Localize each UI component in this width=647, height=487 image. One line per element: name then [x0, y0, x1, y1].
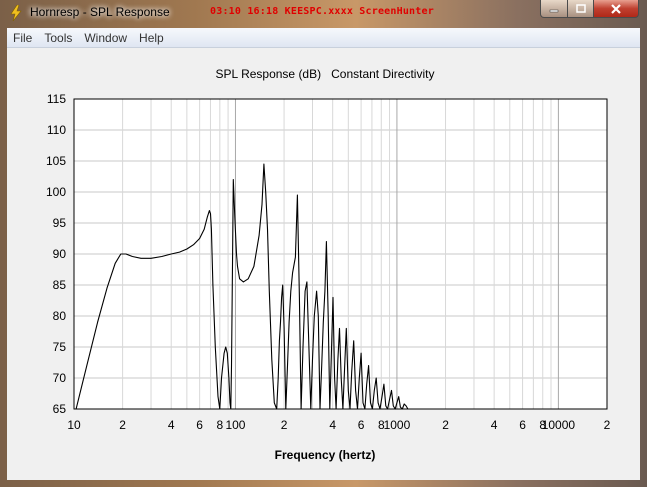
- x-tick-label: 2: [281, 418, 288, 432]
- maximize-icon: [575, 3, 586, 13]
- x-tick-label: 10000: [542, 418, 576, 432]
- y-tick-label: 85: [53, 278, 67, 292]
- y-tick-label: 110: [47, 123, 66, 137]
- x-tick-label: 4: [491, 418, 498, 432]
- y-tick-label: 75: [53, 340, 67, 354]
- x-tick-label: 4: [329, 418, 336, 432]
- x-tick-label: 2: [442, 418, 449, 432]
- y-tick-label: 70: [53, 371, 67, 385]
- x-tick-label: 1000: [384, 418, 411, 432]
- menu-help[interactable]: Help: [133, 31, 170, 45]
- minimize-icon: [549, 9, 559, 12]
- y-tick-label: 90: [53, 247, 67, 261]
- y-axis-ticks: 65 70 75 80 85 90 95 100 105 110 115: [46, 92, 66, 416]
- menu-file[interactable]: File: [7, 31, 38, 45]
- chart-panel: SPL Response (dB) Constant Directivity 6…: [7, 48, 640, 480]
- screenshot-watermark: 03:10 16:18 KEESPC.xxxx ScreenHunter: [210, 6, 434, 17]
- menu-bar: File Tools Window Help: [7, 28, 640, 48]
- spl-response-chart: SPL Response (dB) Constant Directivity 6…: [46, 67, 611, 462]
- y-tick-label: 100: [46, 185, 66, 199]
- y-tick-label: 80: [53, 309, 67, 323]
- x-tick-label: 2: [119, 418, 126, 432]
- window-title: Hornresp - SPL Response: [30, 5, 170, 19]
- x-tick-label: 10: [67, 418, 81, 432]
- y-tick-label: 95: [53, 216, 67, 230]
- x-tick-label: 6: [519, 418, 526, 432]
- close-button[interactable]: [593, 0, 639, 18]
- y-tick-label: 65: [53, 402, 67, 416]
- x-tick-label: 100: [225, 418, 245, 432]
- x-tick-label: 8: [216, 418, 223, 432]
- x-axis-ticks: 10 2 4 6 8 100 2 4 6 81000 2 4 6 810000 2: [67, 418, 610, 432]
- x-tick-label: 6: [358, 418, 365, 432]
- x-tick-label: 4: [168, 418, 175, 432]
- minimize-button[interactable]: [540, 0, 568, 18]
- chart-title: SPL Response (dB) Constant Directivity: [216, 67, 435, 81]
- menu-tools[interactable]: Tools: [38, 31, 78, 45]
- y-tick-label: 105: [46, 154, 66, 168]
- y-tick-label: 115: [47, 92, 66, 106]
- x-tick-label: 6: [196, 418, 203, 432]
- lightning-bolt-icon: [10, 5, 22, 21]
- app-window: Hornresp - SPL Response 03:10 16:18 KEES…: [0, 0, 647, 487]
- title-bar[interactable]: Hornresp - SPL Response 03:10 16:18 KEES…: [0, 0, 647, 26]
- x-tick-label: 2: [604, 418, 611, 432]
- menu-window[interactable]: Window: [78, 31, 133, 45]
- maximize-button[interactable]: [567, 0, 594, 18]
- close-icon: [611, 3, 621, 14]
- x-axis-label: Frequency (hertz): [275, 448, 376, 462]
